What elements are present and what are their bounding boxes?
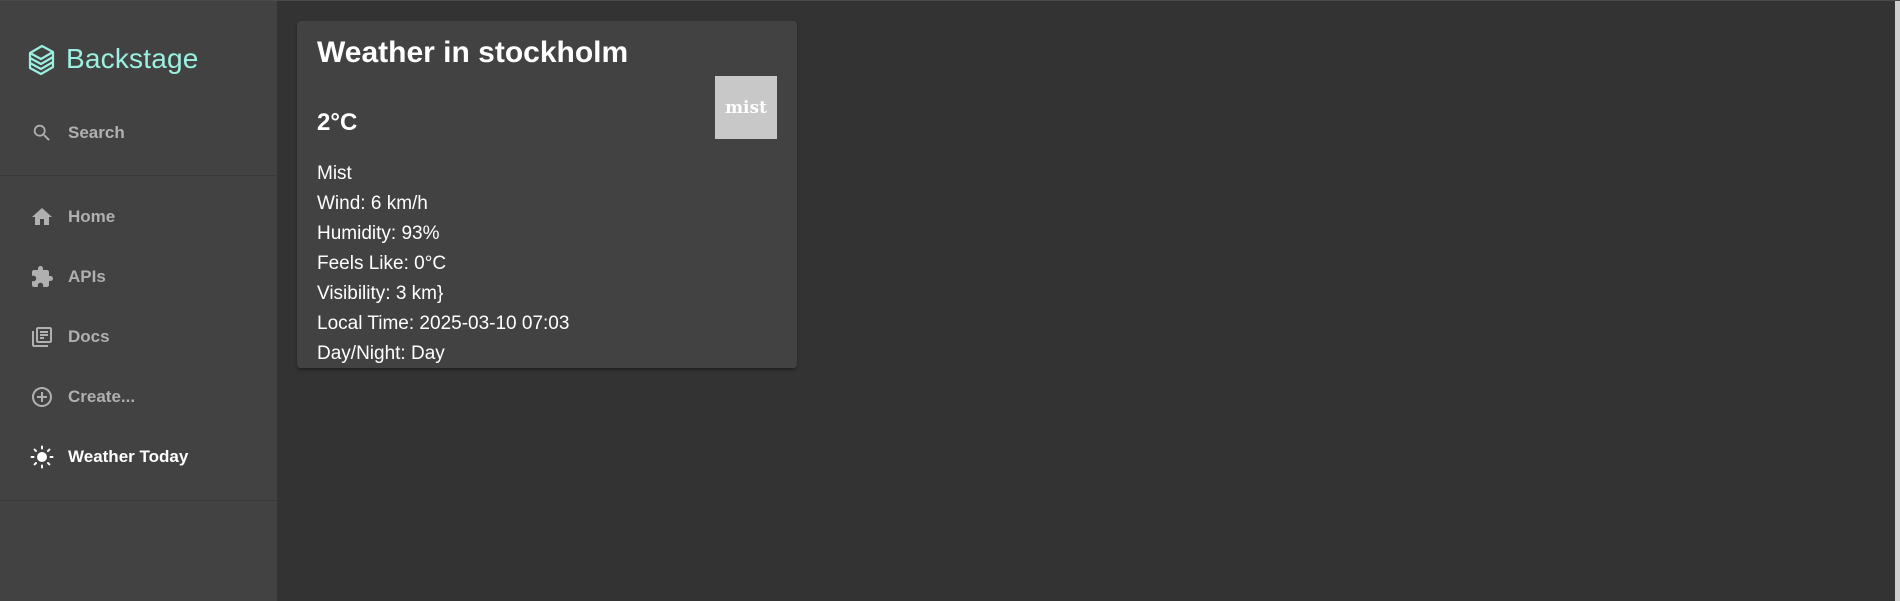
add-circle-outline-icon — [30, 385, 54, 409]
sun-icon — [30, 445, 54, 469]
sidebar-item-label: Create... — [68, 387, 136, 406]
weather-details: Mist Wind: 6 km/h Humidity: 93% Feels Li… — [317, 159, 569, 369]
sidebar-item-label: Home — [68, 207, 116, 226]
visibility: Visibility: 3 km} — [317, 283, 444, 304]
sidebar: Backstage Search Home APIs Docs Create..… — [0, 1, 277, 601]
sidebar-search[interactable]: Search — [0, 109, 277, 157]
sidebar-item-weather-today[interactable]: Weather Today — [0, 433, 277, 481]
day-night: Day/Night: Day — [317, 343, 445, 364]
sidebar-item-label: Weather Today — [68, 447, 189, 466]
humidity: Humidity: 93% — [317, 223, 440, 244]
home-icon — [30, 205, 54, 229]
sidebar-divider — [0, 175, 277, 176]
sidebar-item-docs[interactable]: Docs — [0, 313, 277, 361]
logo-text: Backstage — [66, 43, 199, 74]
sidebar-item-create[interactable]: Create... — [0, 373, 277, 421]
sidebar-item-label: APIs — [68, 267, 106, 286]
weather-card-title: Weather in stockholm — [317, 36, 629, 69]
temperature-value: 2°C — [317, 109, 358, 136]
sidebar-search-label: Search — [68, 123, 125, 142]
weather-condition-image: mist — [715, 76, 777, 139]
backstage-logo-icon — [28, 44, 55, 76]
sidebar-item-apis[interactable]: APIs — [0, 253, 277, 301]
weather-card: Weather in stockholm 2°C mist Mist Wind:… — [297, 21, 797, 368]
search-icon — [30, 121, 54, 145]
weather-condition: Mist — [317, 163, 352, 184]
weather-condition-image-text: mist — [725, 97, 767, 118]
sidebar-item-home[interactable]: Home — [0, 193, 277, 241]
wind-speed: Wind: 6 km/h — [317, 193, 428, 214]
app-root: Backstage Search Home APIs Docs Create..… — [0, 0, 1900, 601]
sidebar-item-label: Docs — [68, 327, 110, 346]
backstage-logo-link[interactable]: Backstage — [26, 39, 199, 79]
library-books-icon — [30, 325, 54, 349]
feels-like: Feels Like: 0°C — [317, 253, 447, 274]
sidebar-divider — [0, 500, 277, 501]
main-content: Weather in stockholm 2°C mist Mist Wind:… — [277, 1, 1900, 601]
scrollbar[interactable] — [1895, 1, 1900, 601]
local-time: Local Time: 2025-03-10 07:03 — [317, 313, 570, 334]
puzzle-icon — [30, 265, 54, 289]
